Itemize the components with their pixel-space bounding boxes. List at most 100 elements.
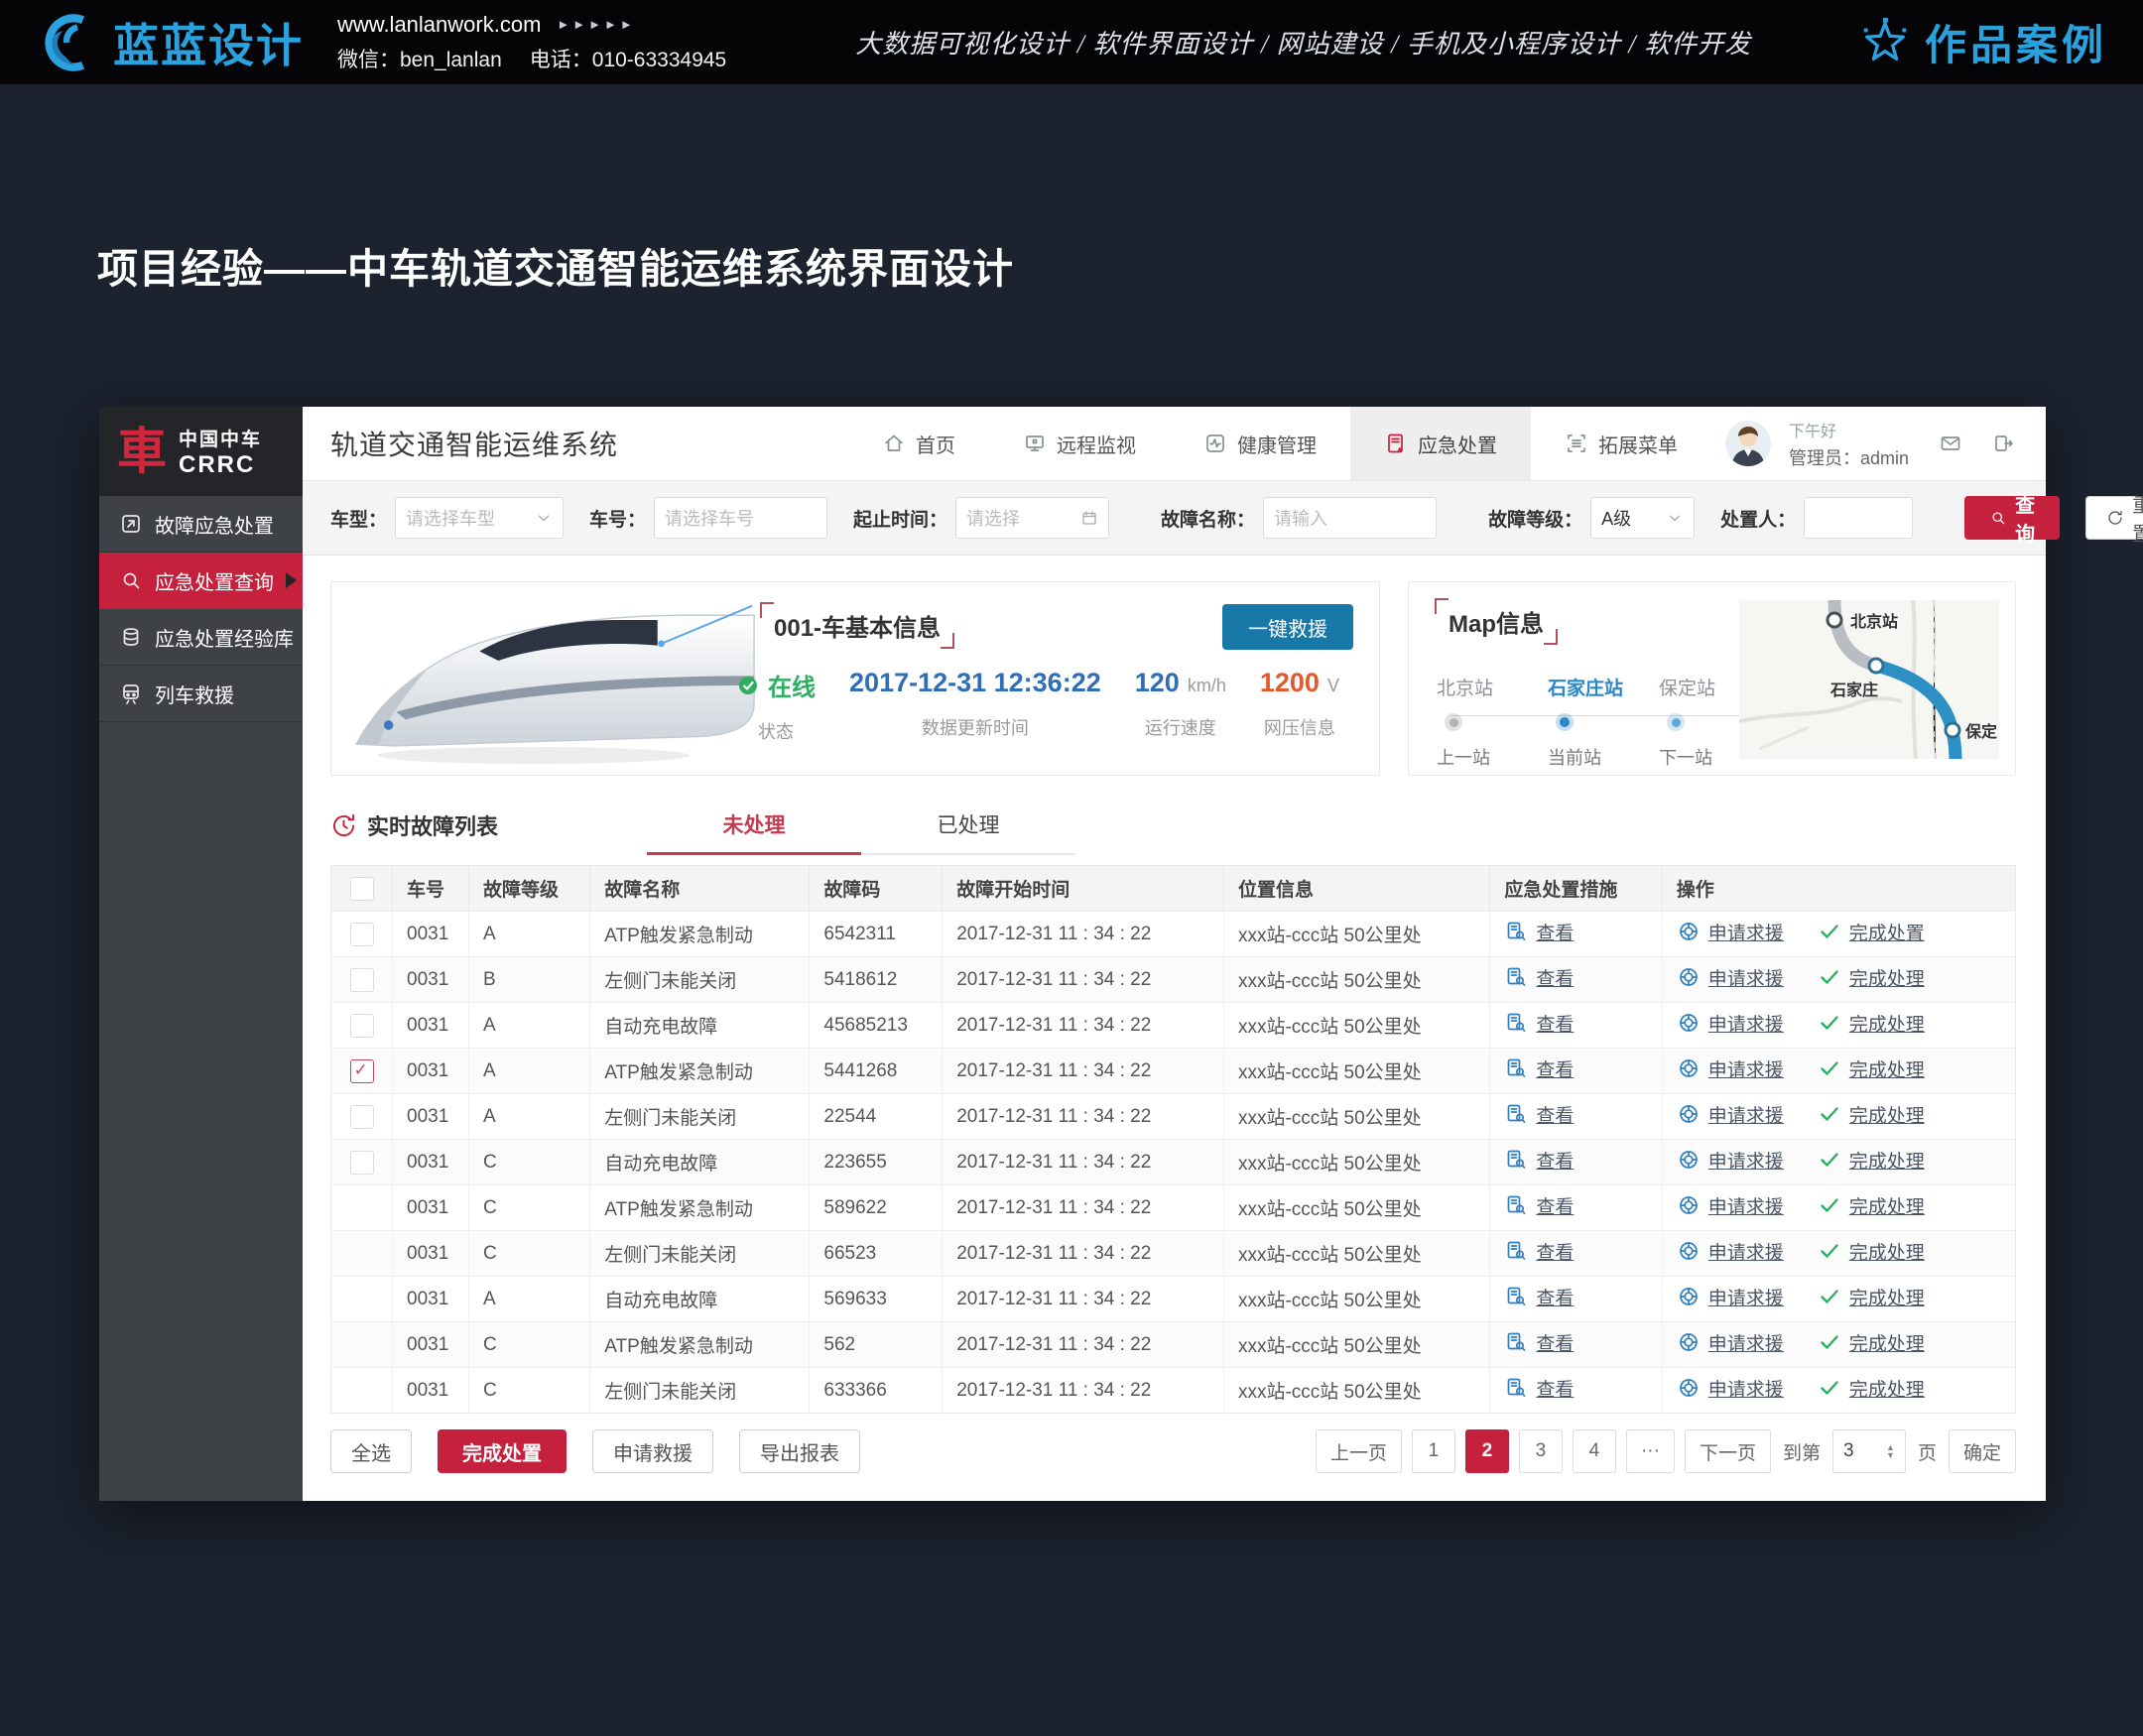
logout-icon[interactable] xyxy=(1992,432,2016,455)
rescue-link[interactable]: 申请求援 xyxy=(1677,1055,1784,1082)
view-file-icon xyxy=(1504,1056,1528,1080)
complete-link[interactable]: 完成处理 xyxy=(1818,1284,1925,1310)
sidebar-item-1[interactable]: 应急处置查询 xyxy=(99,553,303,609)
goto-confirm-button[interactable]: 确定 xyxy=(1949,1429,2016,1473)
page-button-1[interactable]: 1 xyxy=(1412,1429,1455,1473)
cell-time: 2017-12-31 11 : 34 : 22 xyxy=(943,1368,1224,1414)
row-checkbox[interactable] xyxy=(350,1105,374,1129)
view-link[interactable]: 查看 xyxy=(1504,1055,1574,1082)
sidebar-item-2[interactable]: 应急处置经验库 xyxy=(99,609,303,666)
cell-fault: 左侧门未能关闭 xyxy=(590,957,810,1003)
column-header: 故障开始时间 xyxy=(943,866,1224,912)
complete-link[interactable]: 完成处理 xyxy=(1818,1192,1925,1219)
user-role: 管理员：admin xyxy=(1789,444,1909,470)
view-file-icon xyxy=(1504,1011,1528,1035)
tab-1[interactable]: 已处理 xyxy=(861,809,1075,855)
rescue-link[interactable]: 申请求援 xyxy=(1677,964,1784,991)
website-link[interactable]: www.lanlanwork.com xyxy=(337,12,541,38)
select-all-checkbox[interactable] xyxy=(350,877,374,901)
complete-link[interactable]: 完成处理 xyxy=(1818,1010,1925,1037)
row-checkbox[interactable] xyxy=(350,1151,374,1175)
complete-link[interactable]: 完成处理 xyxy=(1818,1329,1925,1356)
view-link[interactable]: 查看 xyxy=(1504,1284,1574,1310)
avatar[interactable] xyxy=(1725,421,1771,466)
arrows-decoration: ►►►►► xyxy=(557,17,635,32)
complete-link[interactable]: 完成处理 xyxy=(1818,1375,1925,1402)
complete-link[interactable]: 完成处理 xyxy=(1818,1055,1925,1082)
row-checkbox[interactable] xyxy=(350,1059,374,1083)
filter-control-1[interactable]: 请选择车号 xyxy=(654,497,827,539)
rescue-link[interactable]: 申请求援 xyxy=(1677,1329,1784,1356)
complete-link[interactable]: 完成处理 xyxy=(1818,1101,1925,1128)
view-link[interactable]: 查看 xyxy=(1504,1010,1574,1037)
top-nav-item-4[interactable]: 拓展菜单 xyxy=(1531,407,1711,480)
filter-control-3[interactable]: 请输入 xyxy=(1263,497,1437,539)
sidebar-item-0[interactable]: 故障应急处置 xyxy=(99,496,303,553)
rescue-link[interactable]: 申请求援 xyxy=(1677,1010,1784,1037)
page-button-4[interactable]: 4 xyxy=(1573,1429,1616,1473)
rescue-link[interactable]: 申请求援 xyxy=(1677,919,1784,945)
rescue-link[interactable]: 申请求援 xyxy=(1677,1101,1784,1128)
view-link[interactable]: 查看 xyxy=(1504,1375,1574,1402)
view-link[interactable]: 查看 xyxy=(1504,1192,1574,1219)
cell-car: 0031 xyxy=(393,912,469,957)
complete-link[interactable]: 完成处理 xyxy=(1818,1238,1925,1265)
next-page-button[interactable]: 下一页 xyxy=(1685,1429,1771,1473)
view-link[interactable]: 查看 xyxy=(1504,964,1574,991)
cell-time: 2017-12-31 11 : 34 : 22 xyxy=(943,957,1224,1003)
check-circle-icon xyxy=(736,674,760,697)
top-nav-item-0[interactable]: 首页 xyxy=(848,407,989,480)
rescue-link[interactable]: 申请求援 xyxy=(1677,1375,1784,1402)
view-link[interactable]: 查看 xyxy=(1504,1101,1574,1128)
apply-rescue-button[interactable]: 申请救援 xyxy=(592,1429,713,1473)
view-file-icon xyxy=(1504,1193,1528,1217)
select-all-button[interactable]: 全选 xyxy=(330,1429,412,1473)
sidebar-item-label: 故障应急处置 xyxy=(155,510,274,539)
lifebuoy-icon xyxy=(1677,1239,1701,1263)
ellipsis-pages[interactable]: ··· xyxy=(1626,1429,1675,1473)
filter-group-4: 故障等级： A级 xyxy=(1488,497,1695,539)
rescue-link[interactable]: 申请求援 xyxy=(1677,1284,1784,1310)
reset-button[interactable]: 重置 xyxy=(2085,496,2143,540)
rescue-link[interactable]: 申请求援 xyxy=(1677,1238,1784,1265)
filter-control-0[interactable]: 请选择车型 xyxy=(395,497,564,539)
rescue-link[interactable]: 申请求援 xyxy=(1677,1147,1784,1174)
view-link[interactable]: 查看 xyxy=(1504,1329,1574,1356)
table-row: 0031 A 自动充电故障 569633 2017-12-31 11 : 34 … xyxy=(331,1277,2016,1322)
top-nav-item-1[interactable]: 远程监视 xyxy=(989,407,1170,480)
search-button[interactable]: 查询 xyxy=(1964,496,2060,540)
filter-control-4[interactable]: A级 xyxy=(1590,497,1695,539)
top-nav-item-3[interactable]: 应急处置 xyxy=(1350,407,1531,480)
prev-page-button[interactable]: 上一页 xyxy=(1316,1429,1402,1473)
complete-dispose-button[interactable]: 完成处置 xyxy=(438,1429,567,1473)
row-checkbox[interactable] xyxy=(350,968,374,992)
complete-link[interactable]: 完成处置 xyxy=(1818,919,1925,945)
stepper-icon[interactable]: ▲▼ xyxy=(1886,1443,1895,1459)
goto-page-input[interactable]: 3▲▼ xyxy=(1832,1429,1906,1473)
view-link[interactable]: 查看 xyxy=(1504,919,1574,945)
top-nav-item-2[interactable]: 健康管理 xyxy=(1170,407,1350,480)
export-report-button[interactable]: 导出报表 xyxy=(739,1429,860,1473)
check-icon xyxy=(1818,1102,1841,1126)
mail-icon[interactable] xyxy=(1939,432,1962,455)
rescue-link[interactable]: 申请求援 xyxy=(1677,1192,1784,1219)
cell-time: 2017-12-31 11 : 34 : 22 xyxy=(943,1049,1224,1094)
view-link[interactable]: 查看 xyxy=(1504,1147,1574,1174)
filter-control-5[interactable] xyxy=(1804,497,1913,539)
page-button-2[interactable]: 2 xyxy=(1465,1429,1509,1473)
top-nav-label: 应急处置 xyxy=(1418,430,1497,458)
filter-control-2[interactable]: 请选择 xyxy=(955,497,1109,539)
cell-location: xxx站-ccc站 50公里处 xyxy=(1223,1094,1489,1140)
cell-code: 569633 xyxy=(810,1277,943,1322)
complete-link[interactable]: 完成处理 xyxy=(1818,964,1925,991)
view-link[interactable]: 查看 xyxy=(1504,1238,1574,1265)
one-key-rescue-button[interactable]: 一键救援 xyxy=(1222,604,1353,650)
complete-link[interactable]: 完成处理 xyxy=(1818,1147,1925,1174)
row-checkbox[interactable] xyxy=(350,923,374,946)
sidebar-item-3[interactable]: 列车救援 xyxy=(99,666,303,722)
page-button-3[interactable]: 3 xyxy=(1519,1429,1563,1473)
column-header: 位置信息 xyxy=(1223,866,1489,912)
tab-0[interactable]: 未处理 xyxy=(647,809,861,855)
row-checkbox[interactable] xyxy=(350,1014,374,1038)
check-icon xyxy=(1818,1148,1841,1172)
